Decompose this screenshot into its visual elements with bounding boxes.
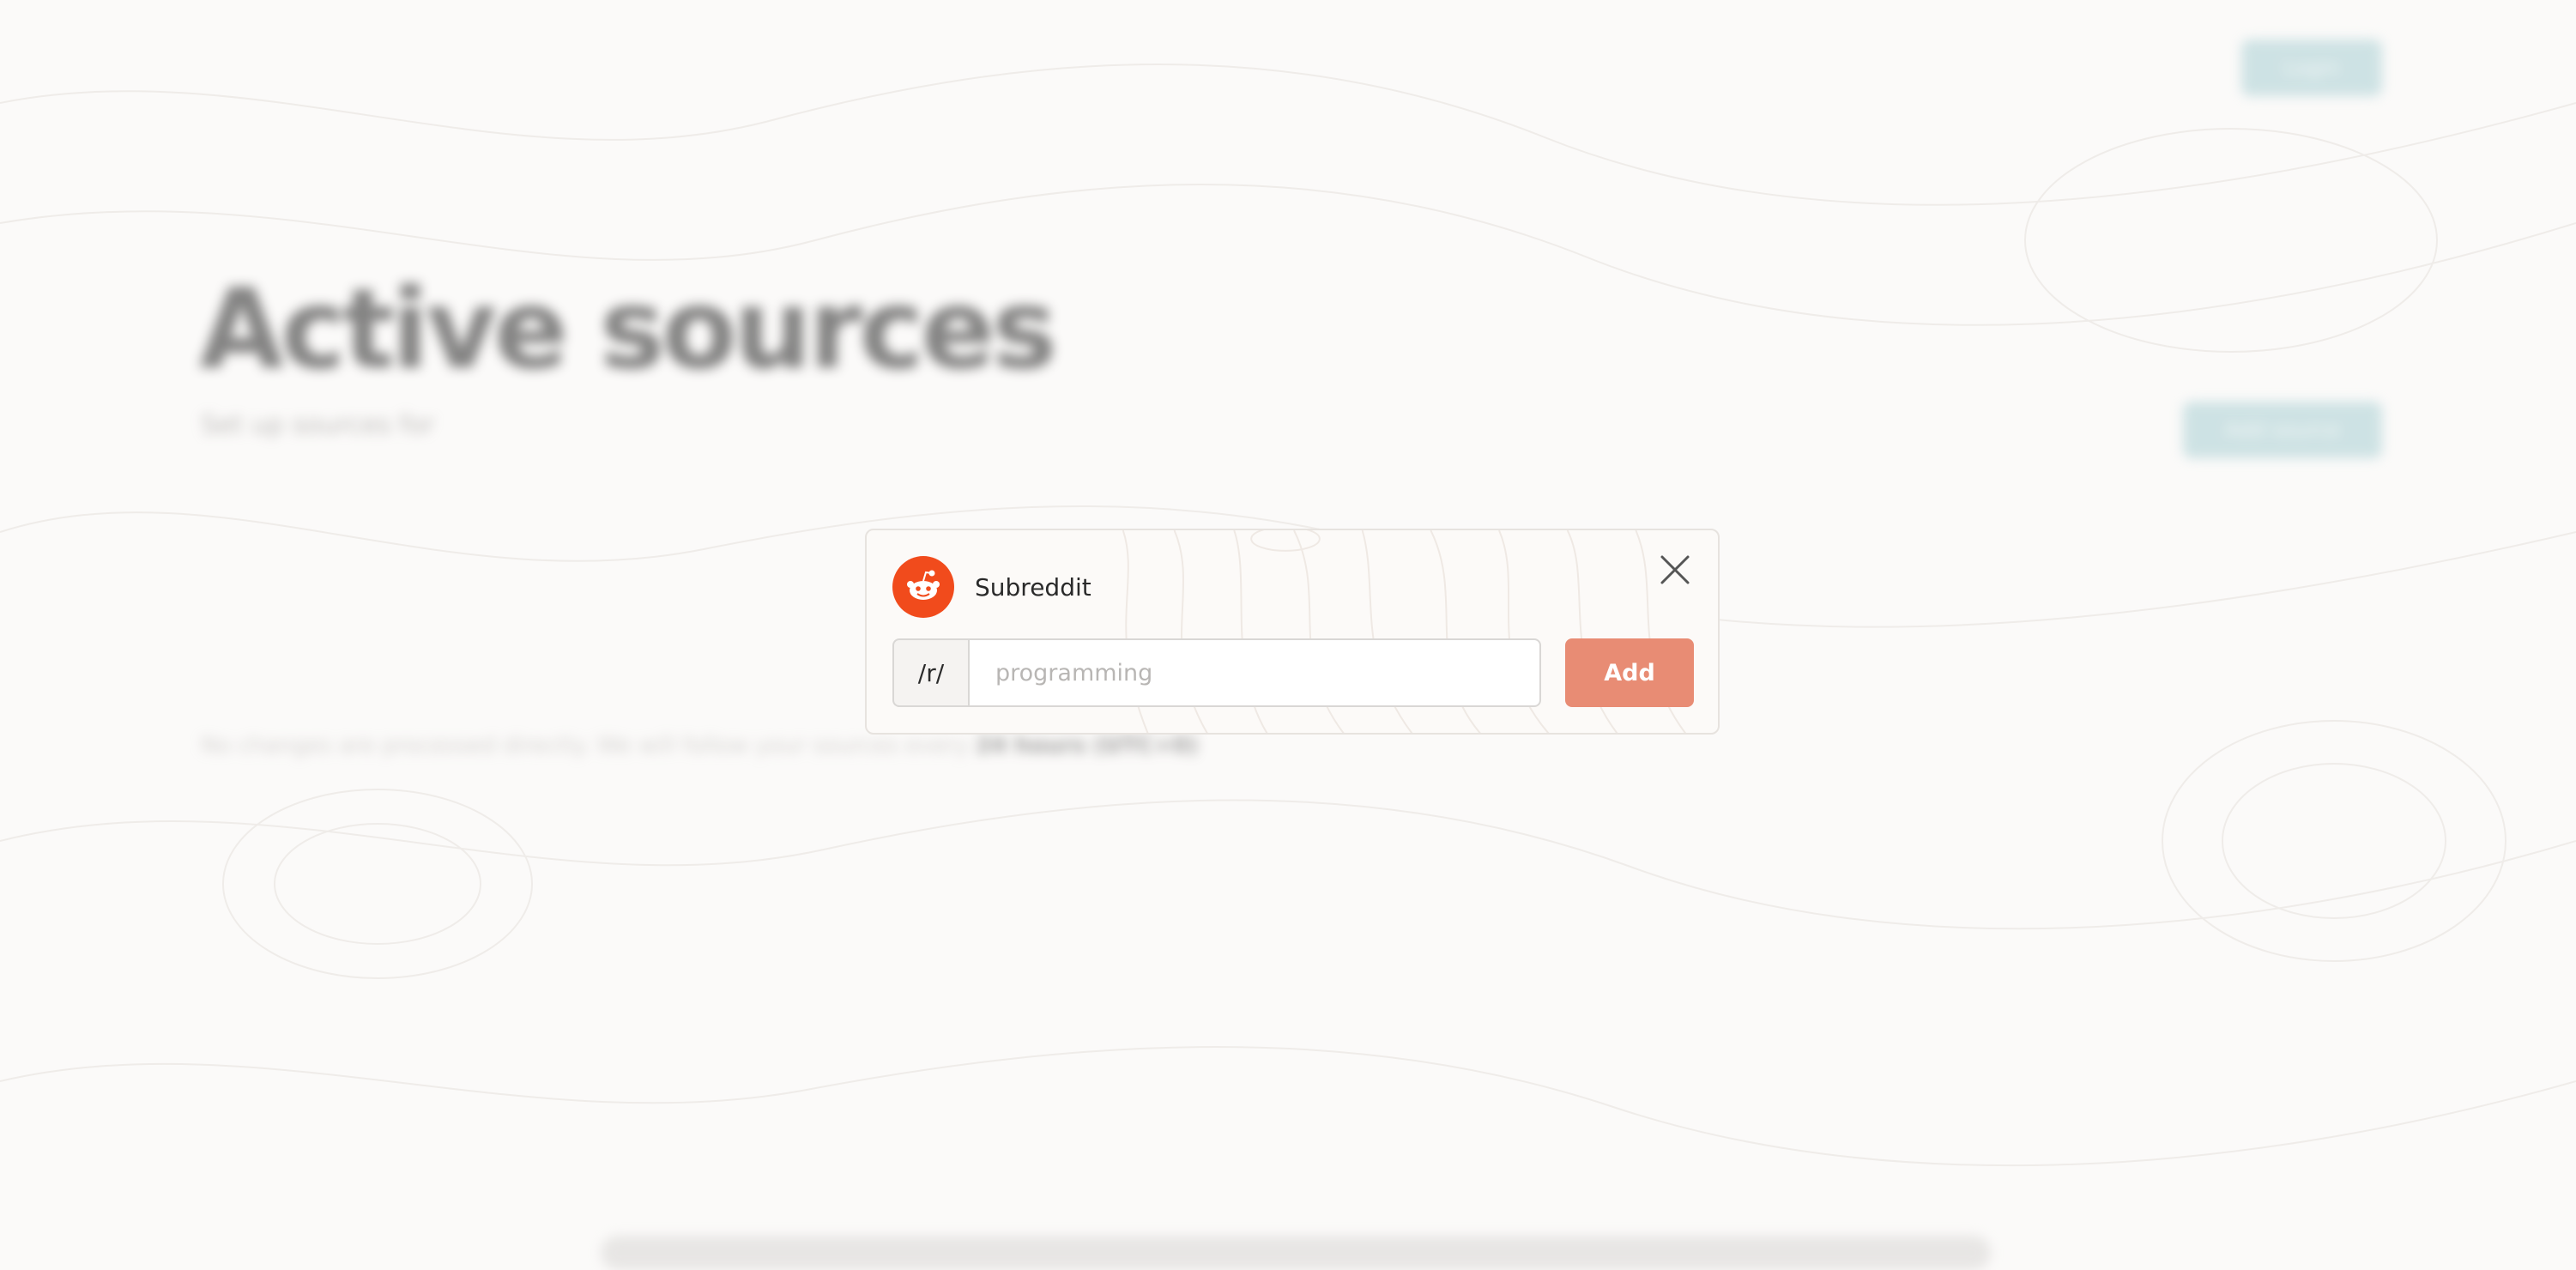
subreddit-input-group: /r/ <box>892 638 1541 707</box>
subreddit-input[interactable] <box>968 638 1541 707</box>
login-button: Login <box>2241 39 2382 96</box>
dialog-title: Subreddit <box>975 572 1091 602</box>
close-button[interactable] <box>1654 549 1696 590</box>
page-title: Active sources <box>199 266 1057 394</box>
reddit-snoo-glyph <box>907 570 940 600</box>
reddit-icon <box>892 556 954 618</box>
schedule-note: No changes are processed directly. We wi… <box>201 733 1198 759</box>
page-subtitle: Set up sources for <box>201 410 435 440</box>
schedule-note-bold: 24 hours (UTC+0) <box>976 733 1199 759</box>
schedule-note-text: No changes are processed directly. We wi… <box>201 733 969 759</box>
add-subreddit-dialog: Subreddit /r/ Add <box>865 529 1720 735</box>
close-icon <box>1660 555 1690 584</box>
footer-bar <box>601 1236 1991 1270</box>
add-button[interactable]: Add <box>1565 638 1694 707</box>
add-source-button: Add source <box>2183 402 2382 458</box>
subreddit-prefix: /r/ <box>892 638 968 707</box>
dialog-header: Subreddit <box>892 556 1091 618</box>
